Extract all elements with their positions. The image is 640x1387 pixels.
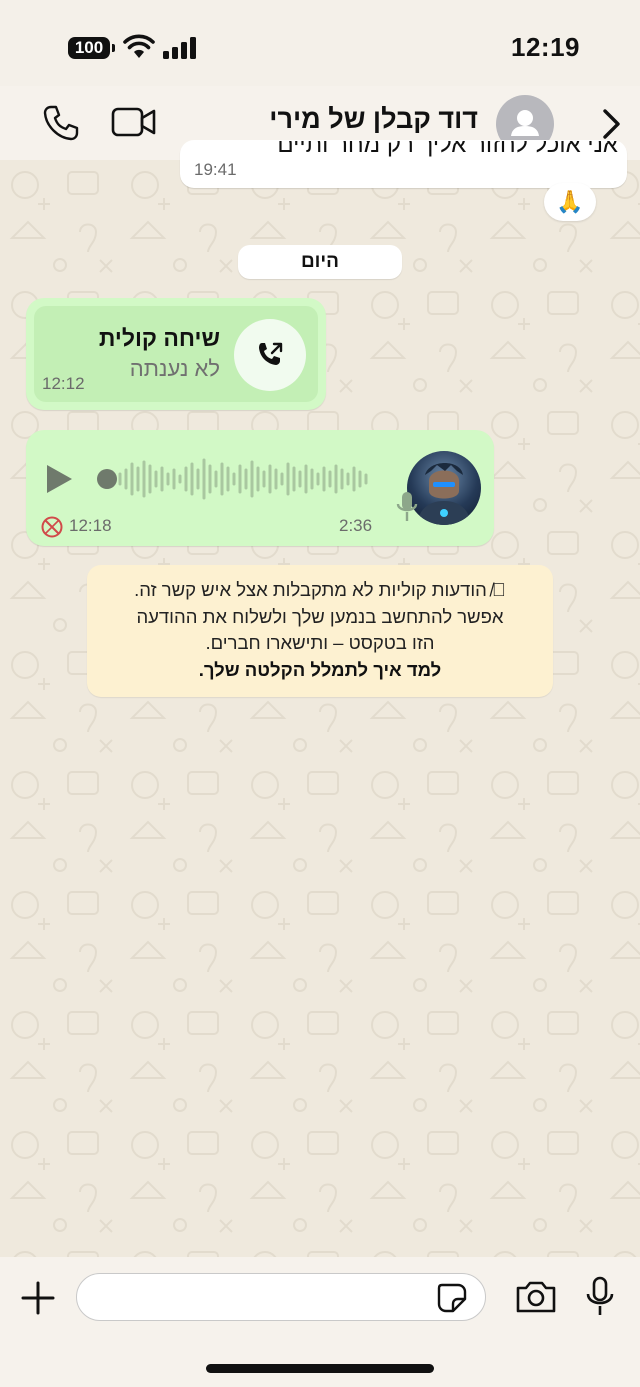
video-icon[interactable] [111, 106, 157, 138]
message-input[interactable] [76, 1273, 486, 1321]
status-time: 12:19 [511, 32, 580, 62]
notice-line-3: הזו בטקסט – ותישארו חברים. [205, 632, 435, 653]
message-text-wrapper: אני אוכל לחזור אליך רק מחר ותיים [190, 141, 618, 157]
microphone-icon[interactable] [585, 1276, 615, 1318]
call-outgoing-icon [259, 342, 283, 365]
message-text: אני אוכל לחזור אליך רק מחר ותיים [277, 141, 618, 157]
camera-icon[interactable] [514, 1279, 558, 1315]
home-indicator [206, 1364, 434, 1373]
voice-duration: 2:36 [339, 516, 373, 535]
playhead-dot[interactable] [97, 469, 117, 489]
sticker-icon[interactable] [436, 1282, 468, 1314]
battery-icon: 100 [68, 37, 115, 59]
wifi-icon [123, 34, 155, 58]
message-time: 19:41 [194, 160, 237, 179]
call-icon-circle[interactable] [234, 319, 306, 391]
phone-icon[interactable] [42, 104, 80, 142]
voice-time: 12:18 [69, 516, 112, 535]
notice-line-1-text: הודעות קוליות לא מתקבלות אצל איש קשר זה. [134, 579, 487, 600]
back-chevron-icon[interactable] [598, 108, 624, 140]
contact-name[interactable]: דוד קבלן של מירי [269, 104, 478, 135]
reaction-badge[interactable]: 🙏 [544, 183, 596, 221]
mic-icon [396, 492, 418, 521]
muted-mic-icon: 🎙̸ [492, 579, 506, 600]
voice-notice-banner[interactable]: 🎙̸ הודעות קוליות לא מתקבלות אצל איש קשר … [87, 565, 553, 697]
call-status: לא נענתה [129, 356, 220, 381]
learn-transcribe-link[interactable]: למד איך לתמלל הקלטה שלך. [87, 657, 553, 684]
notice-line-2: אפשר להתחשב בנמען שלך ולשלוח את ההודעה [136, 605, 504, 627]
battery-level: 100 [74, 38, 104, 57]
call-title: שיחה קולית [98, 325, 220, 351]
signal-icon [163, 37, 196, 59]
call-time: 12:12 [42, 374, 85, 393]
date-separator: היום [238, 245, 402, 279]
no-sync-icon [41, 516, 63, 538]
pray-emoji: 🙏 [556, 189, 584, 214]
waveform[interactable] [118, 456, 370, 502]
plus-icon[interactable] [20, 1280, 56, 1316]
notice-line-1: 🎙̸ הודעות קוליות לא מתקבלות אצל איש קשר … [87, 577, 553, 604]
play-icon[interactable] [44, 463, 74, 495]
